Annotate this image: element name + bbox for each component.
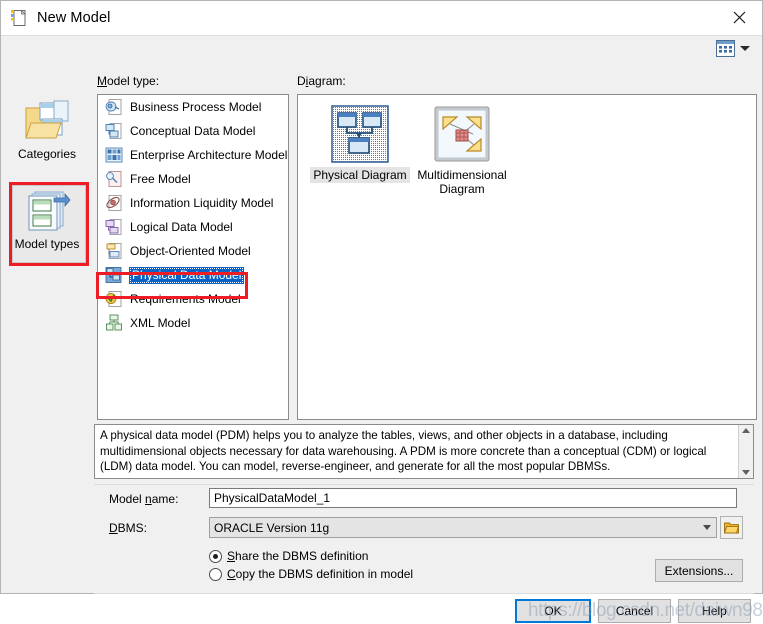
dbms-accel: D xyxy=(109,521,118,535)
physical-data-model-icon xyxy=(105,266,123,284)
model-name-accel: n xyxy=(145,492,152,506)
xml-model-icon xyxy=(105,314,123,332)
radio-share-dbms[interactable]: Share the DBMS definition xyxy=(209,549,368,563)
stacked-models-icon xyxy=(23,188,71,234)
model-type-list[interactable]: Business Process Model Conceptual Data M… xyxy=(97,94,289,420)
list-item-label: Logical Data Model xyxy=(130,220,233,234)
dbms-select[interactable]: ORACLE Version 11g xyxy=(209,517,717,538)
list-item-label: Object-Oriented Model xyxy=(130,244,251,258)
window-title: New Model xyxy=(37,10,111,26)
folder-browse-icon xyxy=(724,522,739,534)
diagram-label-rest: agram: xyxy=(308,74,346,88)
model-type-accel: M xyxy=(97,74,107,88)
list-item-label: Conceptual Data Model xyxy=(130,124,256,138)
radio-share-accel: S xyxy=(227,549,236,563)
model-name-label-rest: ame: xyxy=(151,492,179,506)
separator-top xyxy=(94,484,754,485)
scroll-down-icon[interactable] xyxy=(742,470,750,475)
new-model-dialog: New Model Categories Model types Model t… xyxy=(0,0,763,623)
requirements-model-icon xyxy=(105,290,123,308)
diagram-label: Diagram: xyxy=(297,74,346,88)
model-name-label-a: Model xyxy=(109,492,146,506)
list-item-label: Physical Data Model xyxy=(129,266,245,284)
rail-item-label: Categories xyxy=(17,147,77,161)
dbms-label-rest: BMS: xyxy=(117,521,148,535)
model-type-label: Model type: xyxy=(97,74,159,88)
title-bar: New Model xyxy=(1,1,762,35)
diagram-item-physical[interactable]: Physical Diagram xyxy=(308,105,412,183)
list-item-label: Free Model xyxy=(130,172,191,186)
radio-mark-icon xyxy=(209,567,222,581)
cancel-button[interactable]: Cancel xyxy=(598,599,671,623)
scroll-up-icon[interactable] xyxy=(742,428,750,433)
description-text: A physical data model (PDM) helps you to… xyxy=(100,429,707,473)
chevron-down-icon xyxy=(740,46,750,51)
list-item-label: XML Model xyxy=(130,316,191,330)
new-document-icon xyxy=(10,9,28,27)
help-button[interactable]: Help xyxy=(678,599,751,623)
radio-mark-icon xyxy=(209,549,222,563)
list-item[interactable]: Business Process Model xyxy=(98,95,288,119)
dbms-browse-button[interactable] xyxy=(720,516,743,539)
radio-label: Share the DBMS definition xyxy=(227,549,368,563)
list-item[interactable]: Object-Oriented Model xyxy=(98,239,288,263)
dbms-select-value: ORACLE Version 11g xyxy=(214,520,330,535)
grid-view-icon xyxy=(716,40,735,57)
model-name-input[interactable] xyxy=(209,488,737,508)
folder-models-icon xyxy=(23,98,71,144)
radio-copy-rest: opy the DBMS definition in model xyxy=(235,567,414,581)
view-toggle[interactable] xyxy=(716,40,750,57)
list-item[interactable]: Free Model xyxy=(98,167,288,191)
description-scrollbar[interactable] xyxy=(738,425,753,478)
multidimensional-diagram-icon xyxy=(433,105,491,163)
list-item[interactable]: Requirements Model xyxy=(98,287,288,311)
radio-copy-accel: C xyxy=(227,567,236,581)
logical-data-model-icon xyxy=(105,218,123,236)
category-rail: Categories Model types xyxy=(1,36,93,556)
diagram-panel[interactable]: Physical Diagram Multidimensional Diagra… xyxy=(297,94,757,420)
extensions-button[interactable]: Extensions... xyxy=(655,559,743,582)
conceptual-data-model-icon xyxy=(105,122,123,140)
list-item[interactable]: XML Model xyxy=(98,311,288,335)
close-button[interactable] xyxy=(716,1,762,34)
list-item-label: Business Process Model xyxy=(130,100,262,114)
diagram-item-label: Physical Diagram xyxy=(310,167,410,183)
chevron-down-icon xyxy=(698,525,716,530)
business-process-model-icon xyxy=(105,98,123,116)
diagram-item-label: Multidimensional Diagram xyxy=(417,168,507,196)
rail-item-model-types[interactable]: Model types xyxy=(10,188,84,251)
diagram-item-multidimensional[interactable]: Multidimensional Diagram xyxy=(410,105,514,197)
description-panel: A physical data model (PDM) helps you to… xyxy=(94,424,754,479)
dialog-body: Categories Model types Model type: Diagr… xyxy=(1,35,763,623)
list-item[interactable]: Conceptual Data Model xyxy=(98,119,288,143)
radio-label: Copy the DBMS definition in model xyxy=(227,567,413,581)
radio-copy-dbms[interactable]: Copy the DBMS definition in model xyxy=(209,567,413,581)
list-item-label: Enterprise Architecture Model xyxy=(130,148,288,162)
list-item-physical-data-model[interactable]: Physical Data Model xyxy=(98,263,288,287)
information-liquidity-model-icon xyxy=(105,194,123,212)
list-item[interactable]: Logical Data Model xyxy=(98,215,288,239)
diagram-label-a: D xyxy=(297,74,306,88)
list-item[interactable]: Information Liquidity Model xyxy=(98,191,288,215)
object-oriented-model-icon xyxy=(105,242,123,260)
ok-button[interactable]: OK xyxy=(515,599,591,623)
rail-item-label: Model types xyxy=(14,237,80,251)
free-model-icon xyxy=(105,170,123,188)
enterprise-architecture-model-icon xyxy=(105,146,123,164)
model-type-label-rest: odel type: xyxy=(107,74,160,88)
physical-diagram-icon xyxy=(331,105,389,163)
list-item-label: Information Liquidity Model xyxy=(130,196,274,210)
dbms-label: DBMS: xyxy=(109,521,147,535)
list-item-label: Requirements Model xyxy=(130,292,241,306)
list-item[interactable]: Enterprise Architecture Model xyxy=(98,143,288,167)
radio-share-rest: hare the DBMS definition xyxy=(235,549,369,563)
model-name-label: Model name: xyxy=(109,492,178,506)
rail-item-categories[interactable]: Categories xyxy=(10,98,84,161)
